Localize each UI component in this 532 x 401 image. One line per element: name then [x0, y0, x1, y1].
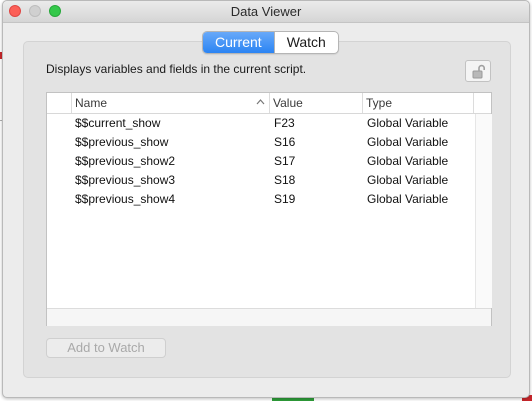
window-title: Data Viewer: [230, 4, 302, 19]
lock-toggle-button[interactable]: [465, 60, 491, 82]
column-header-value[interactable]: Value: [270, 93, 363, 113]
vertical-scrollbar[interactable]: [475, 114, 492, 308]
cell-value: S18: [274, 173, 296, 187]
view-tabs: Current Watch: [202, 31, 339, 54]
table-row[interactable]: $$previous_show2 S17 Global Variable: [47, 152, 474, 171]
horizontal-scrollbar[interactable]: [47, 308, 491, 326]
column-header-spacer: [474, 93, 492, 113]
cell-value: S19: [274, 192, 296, 206]
cell-name: $$current_show: [75, 116, 161, 130]
table-header: Name Value Type: [47, 93, 491, 114]
tab-current[interactable]: Current: [203, 32, 274, 53]
unlocked-lock-icon: [472, 64, 485, 79]
table-row[interactable]: $$previous_show3 S18 Global Variable: [47, 171, 474, 190]
table-row[interactable]: $$previous_show S16 Global Variable: [47, 133, 474, 152]
cell-name: $$previous_show4: [75, 192, 176, 206]
cell-type: Global Variable: [367, 116, 449, 130]
title-bar[interactable]: Data Viewer: [3, 1, 529, 23]
cell-value: S16: [274, 135, 296, 149]
table-row[interactable]: $$current_show F23 Global Variable: [47, 114, 474, 133]
data-viewer-window: Data Viewer Current Watch Displays varia…: [2, 0, 530, 398]
cell-type: Global Variable: [367, 192, 449, 206]
column-header-type[interactable]: Type: [363, 93, 474, 113]
cell-type: Global Variable: [367, 154, 449, 168]
cell-name: $$previous_show2: [75, 154, 176, 168]
cell-type: Global Variable: [367, 173, 449, 187]
cell-value: S17: [274, 154, 296, 168]
cell-type: Global Variable: [367, 135, 449, 149]
column-header-name-label: Name: [75, 96, 108, 110]
cell-value: F23: [274, 116, 295, 130]
table-body: $$current_show F23 Global Variable $$pre…: [47, 114, 474, 209]
sort-ascending-icon: [256, 99, 265, 105]
table-row[interactable]: $$previous_show4 S19 Global Variable: [47, 190, 474, 209]
cell-name: $$previous_show: [75, 135, 169, 149]
tab-watch[interactable]: Watch: [273, 32, 338, 53]
add-to-watch-button[interactable]: Add to Watch: [46, 338, 166, 358]
column-header-name[interactable]: Name: [72, 93, 270, 113]
cell-name: $$previous_show3: [75, 173, 176, 187]
variables-table: Name Value Type $$current_show F23 Globa…: [46, 92, 492, 326]
column-header-indicator: [47, 93, 72, 113]
description-text: Displays variables and fields in the cur…: [46, 62, 307, 76]
